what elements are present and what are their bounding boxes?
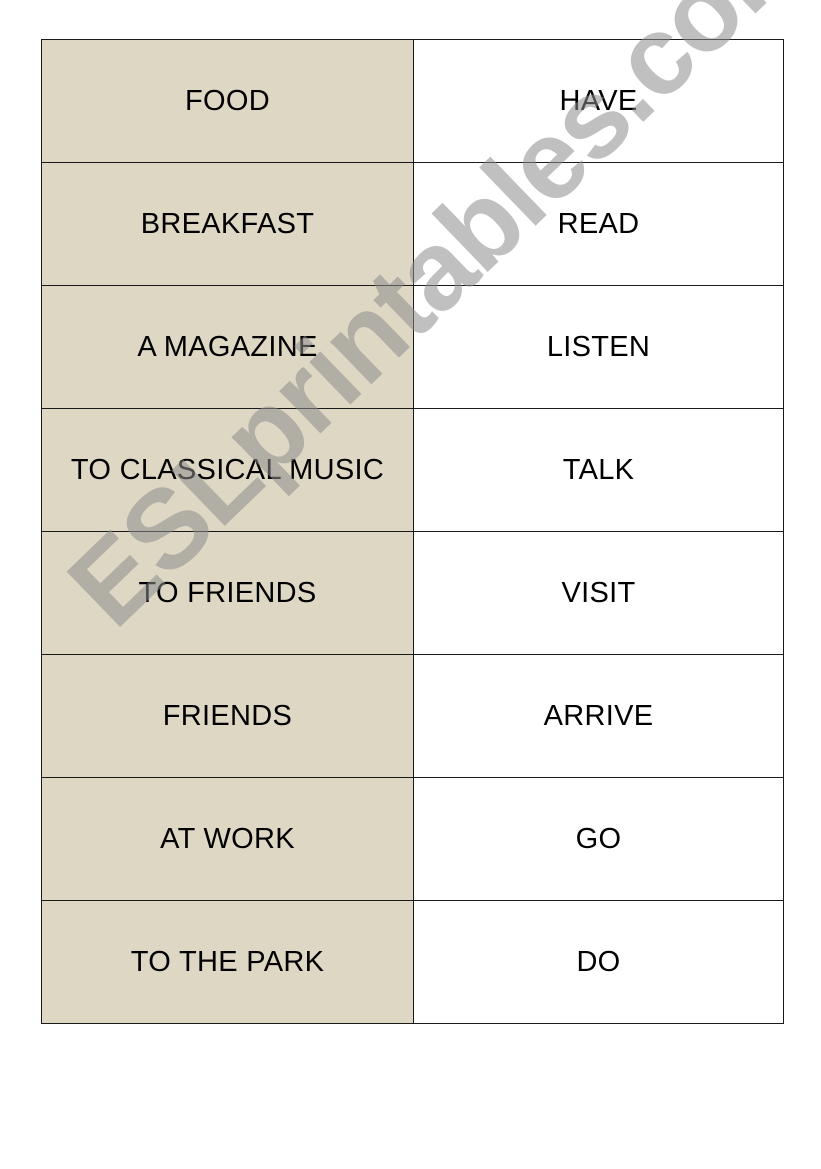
table-row: A MAGAZINE LISTEN — [41, 285, 784, 409]
card-right: DO — [413, 900, 784, 1024]
table-row: FOOD HAVE — [41, 39, 784, 163]
card-left: TO FRIENDS — [41, 531, 414, 655]
card-right: READ — [413, 162, 784, 286]
card-right: TALK — [413, 408, 784, 532]
card-left: A MAGAZINE — [41, 285, 414, 409]
card-right: GO — [413, 777, 784, 901]
card-right: VISIT — [413, 531, 784, 655]
worksheet-page: FOOD HAVE BREAKFAST READ A MAGAZINE LIST… — [0, 0, 821, 1169]
card-left: TO THE PARK — [41, 900, 414, 1024]
table-row: AT WORK GO — [41, 777, 784, 901]
card-right: LISTEN — [413, 285, 784, 409]
card-right: HAVE — [413, 39, 784, 163]
table-row: TO THE PARK DO — [41, 900, 784, 1024]
table-row: TO FRIENDS VISIT — [41, 531, 784, 655]
word-card-table: FOOD HAVE BREAKFAST READ A MAGAZINE LIST… — [41, 39, 784, 1024]
table-row: FRIENDS ARRIVE — [41, 654, 784, 778]
card-left: FRIENDS — [41, 654, 414, 778]
table-row: TO CLASSICAL MUSIC TALK — [41, 408, 784, 532]
card-left: TO CLASSICAL MUSIC — [41, 408, 414, 532]
table-row: BREAKFAST READ — [41, 162, 784, 286]
card-left: BREAKFAST — [41, 162, 414, 286]
card-left: FOOD — [41, 39, 414, 163]
card-right: ARRIVE — [413, 654, 784, 778]
card-left: AT WORK — [41, 777, 414, 901]
